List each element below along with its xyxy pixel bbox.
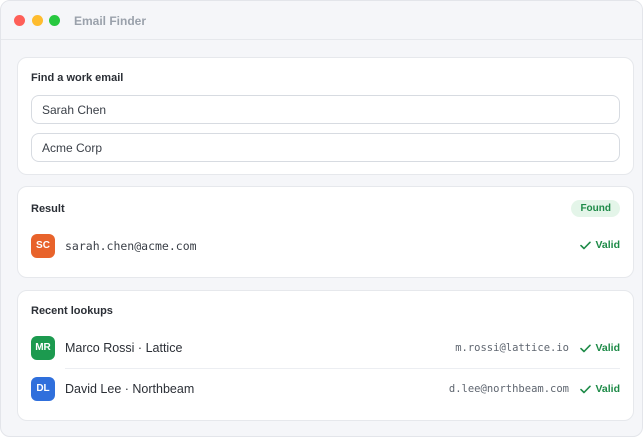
result-card: Result Found SC sarah.chen@acme.com Vali… bbox=[17, 186, 634, 278]
name-input[interactable] bbox=[31, 95, 620, 124]
maximize-window-button[interactable] bbox=[49, 15, 60, 26]
lookup-name: Marco Rossi · Lattice bbox=[65, 341, 183, 355]
finder-heading: Find a work email bbox=[31, 72, 124, 84]
lookup-email: m.rossi@lattice.io bbox=[455, 342, 569, 354]
app-window: Email Finder Find a work email Result Fo… bbox=[0, 0, 643, 437]
lookup-status: Valid bbox=[580, 383, 620, 395]
minimize-window-button[interactable] bbox=[32, 15, 43, 26]
lookup-status: Valid bbox=[580, 342, 620, 354]
found-badge: Found bbox=[571, 200, 620, 217]
status-label: Valid bbox=[595, 383, 620, 395]
check-icon bbox=[580, 385, 592, 394]
lookup-email: d.lee@northbeam.com bbox=[448, 383, 569, 395]
window-title: Email Finder bbox=[74, 14, 147, 28]
result-heading: Result bbox=[31, 203, 65, 215]
close-window-button[interactable] bbox=[14, 15, 25, 26]
recent-heading: Recent lookups bbox=[31, 305, 113, 317]
avatar: SC bbox=[31, 234, 55, 258]
result-status: Valid bbox=[580, 239, 620, 251]
check-icon bbox=[580, 241, 592, 250]
avatar: DL bbox=[31, 377, 55, 401]
divider bbox=[65, 368, 620, 369]
avatar: MR bbox=[31, 336, 55, 360]
result-email[interactable]: sarah.chen@acme.com bbox=[65, 239, 197, 253]
company-input[interactable] bbox=[31, 133, 620, 162]
check-icon bbox=[580, 344, 592, 353]
status-label: Valid bbox=[595, 239, 620, 251]
title-bar: Email Finder bbox=[1, 1, 642, 40]
finder-card: Find a work email bbox=[17, 57, 634, 175]
recent-card: Recent lookups MR Marco Rossi · Lattice … bbox=[17, 290, 634, 421]
status-label: Valid bbox=[595, 342, 620, 354]
lookup-name: David Lee · Northbeam bbox=[65, 382, 195, 396]
